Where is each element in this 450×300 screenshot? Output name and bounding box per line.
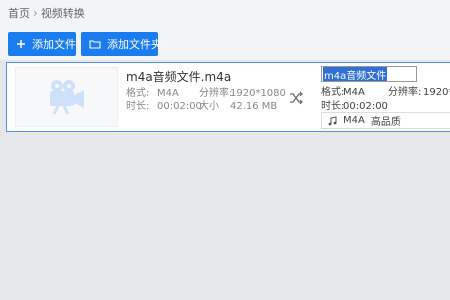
output-resolution-label: 分辨率:	[388, 87, 422, 98]
folder-icon	[89, 38, 101, 50]
output-format-row: 格式:M4A分辨率:1920*1	[321, 83, 450, 98]
video-camera-icon	[49, 80, 84, 115]
plus-icon	[16, 38, 26, 50]
source-size-label: 大小	[199, 101, 219, 112]
swap-arrows-icon	[290, 91, 303, 105]
add-file-button[interactable]: 添加文件	[8, 32, 76, 56]
breadcrumb-current: 视频转换	[40, 7, 85, 20]
source-duration-value: 00:02:00	[157, 101, 202, 112]
add-file-label: 添加文件	[32, 38, 76, 51]
output-resolution-value: 1920*1	[423, 87, 450, 98]
output-duration-row: 时长:00:02:00	[321, 97, 388, 112]
output-duration-label: 时长:	[321, 101, 345, 112]
music-note-icon	[328, 115, 337, 125]
breadcrumb-home[interactable]: 首页	[8, 5, 30, 21]
add-folder-label: 添加文件夹	[107, 38, 162, 51]
file-thumbnail	[15, 67, 118, 127]
output-duration-value: 00:02:00	[343, 101, 388, 112]
preset-format: M4A	[343, 115, 365, 126]
top-bar: 首页 › 视频转换 添加文件 添加文件夹	[0, 0, 450, 60]
preset-quality: 高品质	[370, 117, 401, 128]
source-duration-label: 时长:	[126, 101, 150, 112]
file-item-card[interactable]: m4a音频文件.m4a 格式: M4A 分辨率:1920*1080 时长: 00:02…	[6, 62, 450, 132]
output-filename-selection: m4a音频文件	[323, 67, 388, 81]
add-folder-button[interactable]: 添加文件夹	[81, 32, 162, 56]
chevron-right-icon: ›	[33, 6, 38, 20]
output-preset-selector[interactable]: M4A 高品质	[321, 112, 450, 129]
source-size-value: 42.16 MB	[230, 101, 278, 112]
breadcrumb: 首页 › 视频转换	[8, 5, 85, 21]
file-name: m4a音频文件.m4a	[126, 70, 232, 84]
output-filename-input[interactable]: m4a音频文件	[321, 66, 417, 82]
source-duration-row: 时长: 00:02:00大小 42.16 MB	[126, 97, 277, 112]
output-format-label: 格式:	[321, 87, 345, 98]
